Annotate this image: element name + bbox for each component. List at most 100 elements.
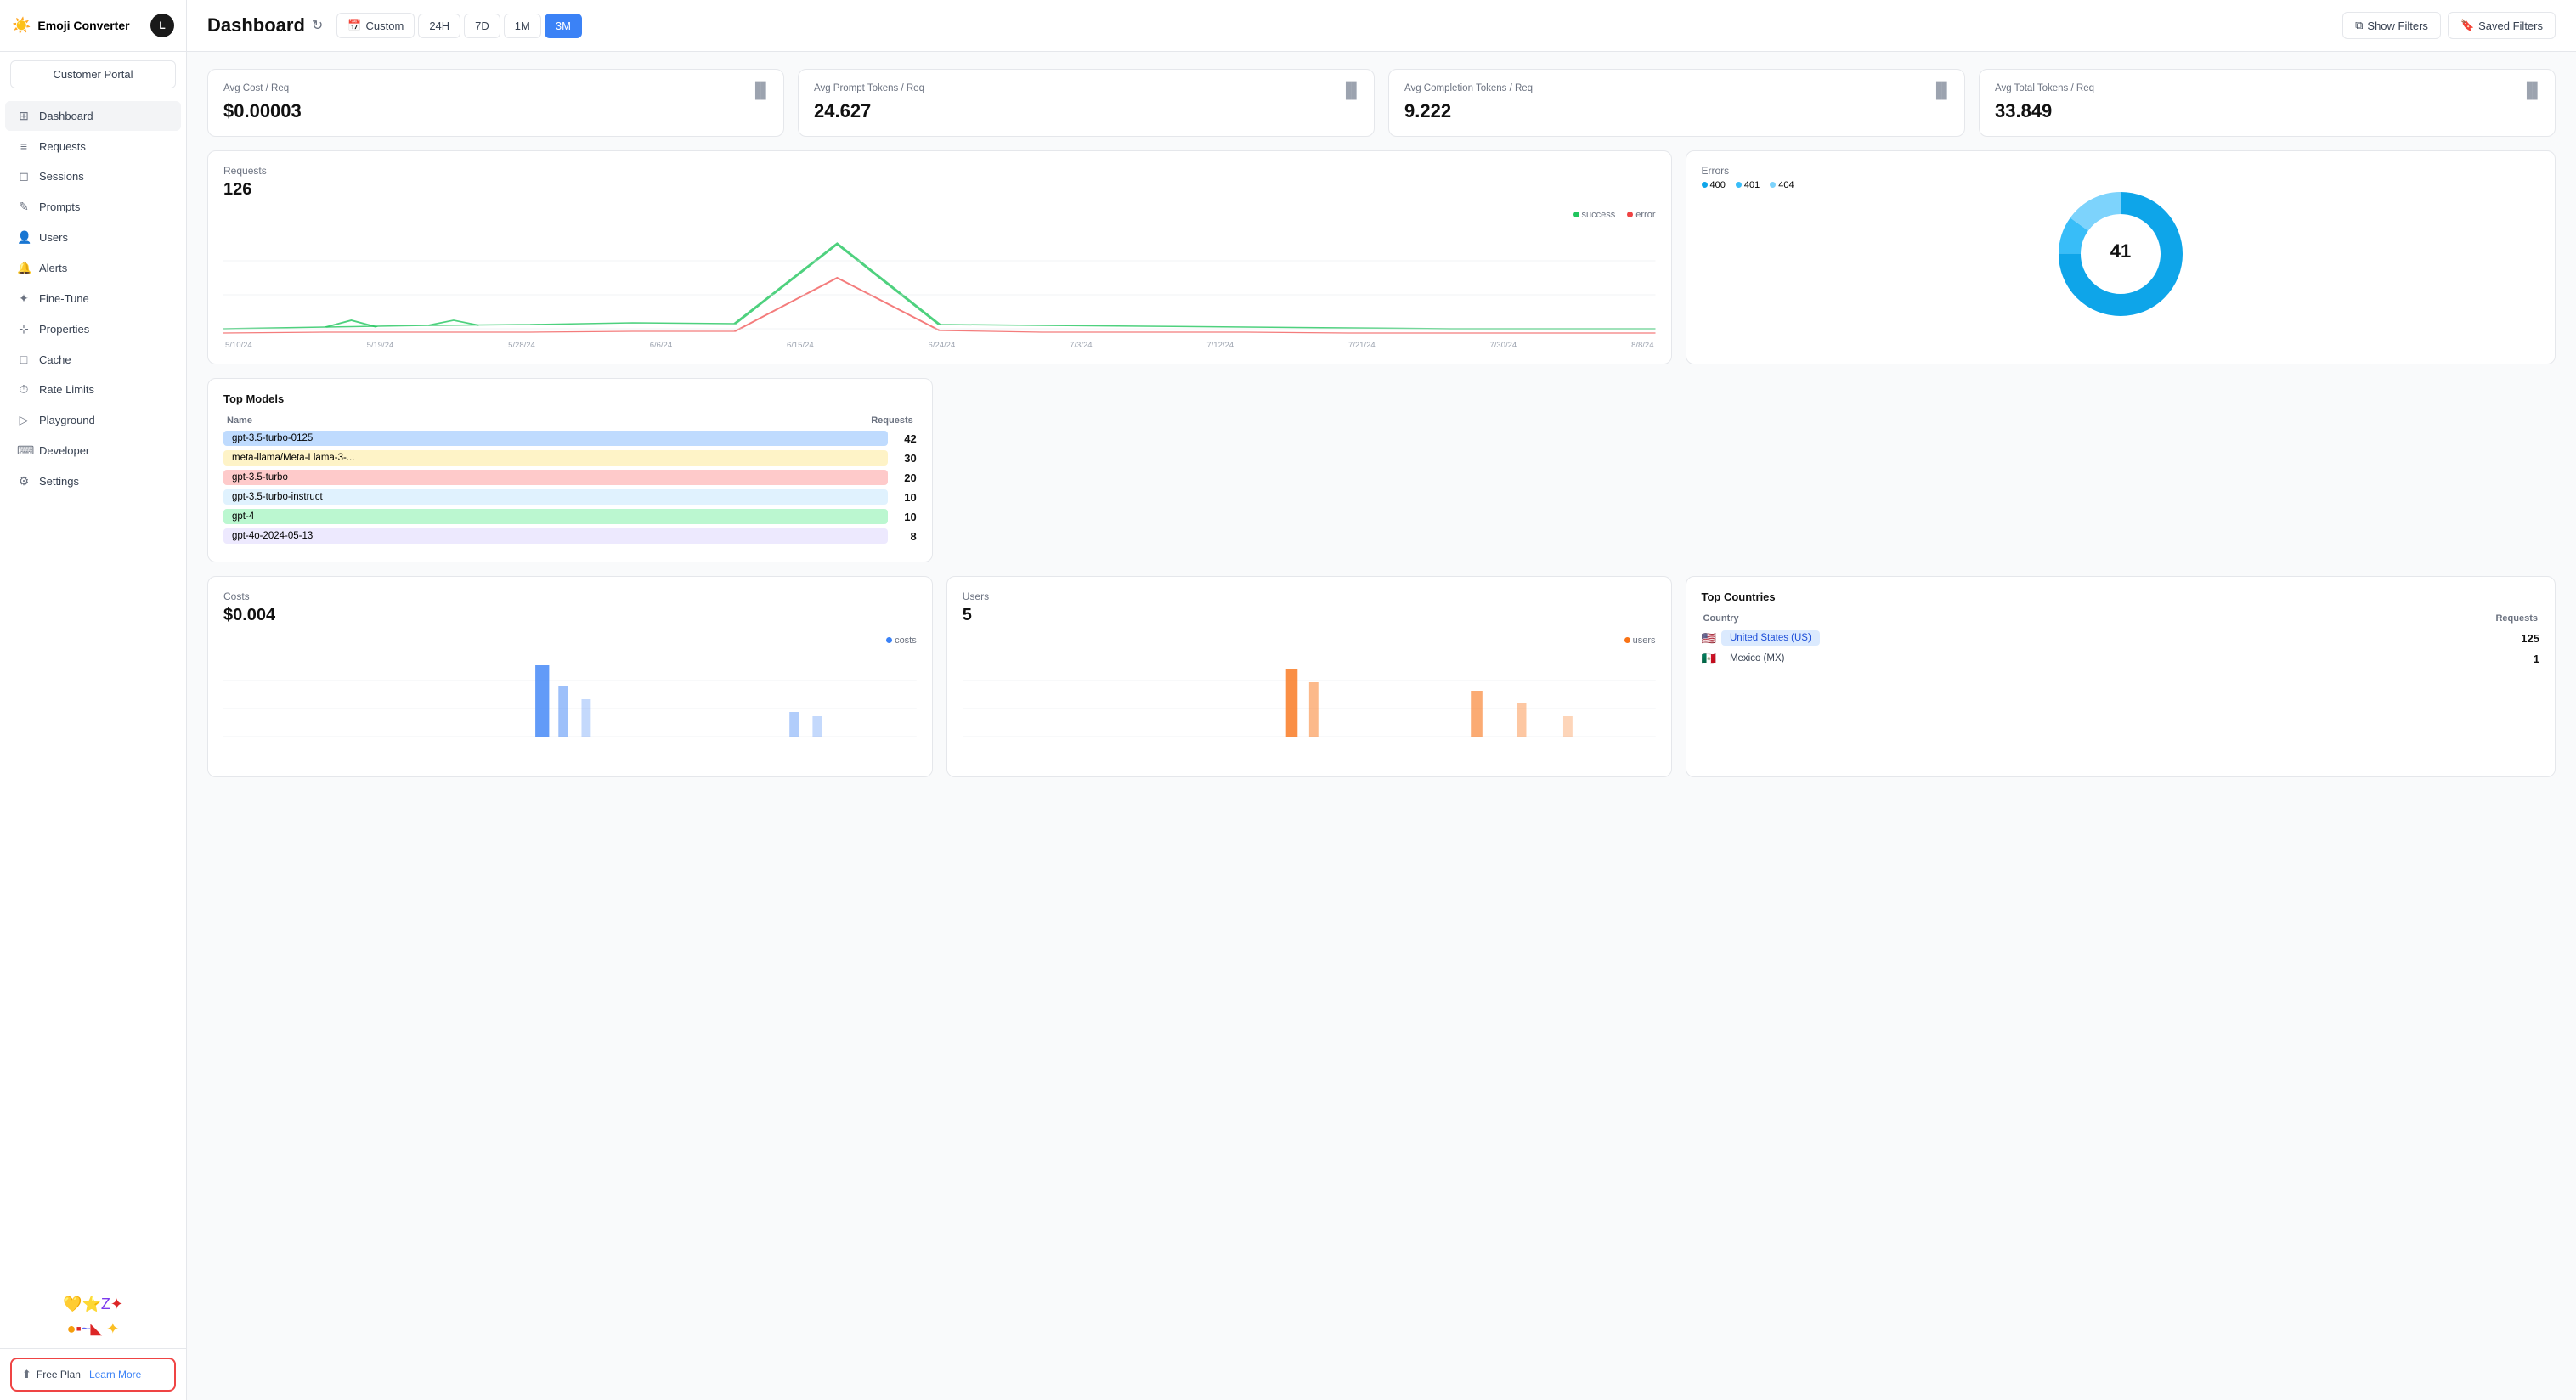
requests-x-labels: 5/10/24 5/19/24 5/28/24 6/6/24 6/15/24 6/24/2… bbox=[223, 341, 1656, 350]
requests-legend: success error bbox=[223, 210, 1656, 220]
model-row: gpt-4 10 bbox=[223, 509, 917, 524]
country-flag: 🇺🇸 bbox=[1702, 631, 1716, 646]
sidebar-item-users[interactable]: 👤Users bbox=[5, 223, 181, 252]
calendar-icon: 📅 bbox=[347, 19, 361, 32]
country-rows: 🇺🇸 United States (US) 125 🇲🇽 Mexico (MX)… bbox=[1702, 630, 2540, 666]
requests-chart-area bbox=[223, 227, 1656, 337]
chart-bar-icon-3: ▐▌ bbox=[2521, 82, 2543, 99]
top-countries-card: Top Countries Country Requests 🇺🇸 United… bbox=[1686, 576, 2556, 777]
ratelimits-icon: ⏱ bbox=[17, 382, 31, 397]
avatar[interactable]: L bbox=[150, 14, 174, 37]
stat-cards: ▐▌ Avg Cost / Req $0.00003 ▐▌ Avg Prompt… bbox=[207, 69, 2556, 137]
stat-card-2: ▐▌ Avg Completion Tokens / Req 9.222 bbox=[1388, 69, 1965, 137]
users-label: Users bbox=[963, 590, 1656, 602]
error-legend-401: 401 bbox=[1736, 180, 1760, 190]
x-label: 6/15/24 bbox=[787, 341, 814, 350]
model-row: gpt-3.5-turbo-instruct 10 bbox=[223, 489, 917, 505]
charts-row: Requests 126 success error bbox=[207, 150, 2556, 562]
playground-icon: ▷ bbox=[17, 413, 31, 427]
developer-icon: ⌨ bbox=[17, 443, 31, 458]
sidebar-item-dashboard[interactable]: ⊞Dashboard bbox=[5, 101, 181, 131]
users-legend: users bbox=[963, 635, 1656, 646]
free-plan-box: ⬆ Free Plan Learn More bbox=[10, 1358, 176, 1392]
users-value: 5 bbox=[963, 606, 1656, 625]
upload-icon: ⬆ bbox=[22, 1368, 31, 1381]
time-filter-3m[interactable]: 3M bbox=[545, 14, 582, 38]
donut-container: 41 bbox=[1702, 199, 2540, 309]
country-row: 🇺🇸 United States (US) 125 bbox=[1702, 630, 2540, 646]
chart-bar-icon-0: ▐▌ bbox=[749, 82, 771, 99]
main-header: Dashboard ↻ 📅 Custom24H7D1M3M ⧉ Show Fil… bbox=[187, 0, 2576, 52]
costs-legend: costs bbox=[223, 635, 917, 646]
bottom-row: Costs $0.004 costs bbox=[207, 576, 2556, 777]
stat-card-1: ▐▌ Avg Prompt Tokens / Req 24.627 bbox=[798, 69, 1375, 137]
x-label: 6/6/24 bbox=[650, 341, 672, 350]
dashboard-icon: ⊞ bbox=[17, 109, 31, 123]
users-chart-card: Users 5 users bbox=[946, 576, 1672, 777]
sidebar-item-properties[interactable]: ⊹Properties bbox=[5, 314, 181, 344]
customer-portal-button[interactable]: Customer Portal bbox=[10, 60, 176, 88]
sessions-icon: ◻ bbox=[17, 169, 31, 183]
users-chart-area bbox=[963, 652, 1656, 763]
learn-more-link[interactable]: Learn More bbox=[89, 1369, 141, 1380]
sidebar-item-settings[interactable]: ⚙Settings bbox=[5, 466, 181, 496]
requests-chart-card: Requests 126 success error bbox=[207, 150, 1672, 364]
sidebar-footer: ⬆ Free Plan Learn More bbox=[0, 1348, 186, 1400]
top-models-header: Name Requests bbox=[223, 415, 917, 426]
x-label: 7/3/24 bbox=[1070, 341, 1092, 350]
main-content: ▐▌ Avg Cost / Req $0.00003 ▐▌ Avg Prompt… bbox=[187, 52, 2576, 1400]
top-countries-title: Top Countries bbox=[1702, 590, 2540, 603]
x-label: 5/28/24 bbox=[508, 341, 535, 350]
time-filter-24h[interactable]: 24H bbox=[418, 14, 460, 38]
sidebar-item-prompts[interactable]: ✎Prompts bbox=[5, 192, 181, 222]
bookmark-icon: 🔖 bbox=[2460, 19, 2474, 32]
x-label: 7/12/24 bbox=[1206, 341, 1234, 350]
x-label: 6/24/24 bbox=[929, 341, 956, 350]
properties-icon: ⊹ bbox=[17, 322, 31, 336]
sidebar-item-cache[interactable]: □Cache bbox=[5, 345, 181, 374]
requests-label: Requests bbox=[223, 165, 1656, 177]
error-legend-404: 404 bbox=[1770, 180, 1794, 190]
svg-text:41: 41 bbox=[2110, 240, 2131, 262]
top-models-card: Top Models Name Requests gpt-3.5-turbo-0… bbox=[207, 378, 933, 562]
x-label: 7/30/24 bbox=[1490, 341, 1517, 350]
error-legend-400: 400 bbox=[1702, 180, 1726, 190]
sidebar-item-sessions[interactable]: ◻Sessions bbox=[5, 161, 181, 191]
settings-icon: ⚙ bbox=[17, 474, 31, 488]
model-rows: gpt-3.5-turbo-0125 42 meta-llama/Meta-Ll… bbox=[223, 431, 917, 544]
x-label: 5/19/24 bbox=[367, 341, 394, 350]
sidebar-decoration: 💛⭐Z✦ ●▪~◣ ✦ bbox=[0, 1285, 186, 1348]
costs-label: Costs bbox=[223, 590, 917, 602]
costs-value: $0.004 bbox=[223, 606, 917, 625]
sidebar-item-playground[interactable]: ▷Playground bbox=[5, 405, 181, 435]
filter-icon: ⧉ bbox=[2355, 19, 2363, 32]
model-row: gpt-3.5-turbo 20 bbox=[223, 470, 917, 485]
show-filters-button[interactable]: ⧉ Show Filters bbox=[2342, 12, 2441, 39]
app-name: ☀️ Emoji Converter bbox=[12, 17, 130, 35]
chart-bar-icon-2: ▐▌ bbox=[1930, 82, 1952, 99]
users-icon: 👤 bbox=[17, 230, 31, 245]
time-filter-custom[interactable]: 📅 Custom bbox=[336, 13, 415, 38]
sidebar-item-ratelimits[interactable]: ⏱Rate Limits bbox=[5, 375, 181, 404]
x-label: 8/8/24 bbox=[1631, 341, 1653, 350]
errors-label: Errors bbox=[1702, 165, 2540, 177]
x-label: 5/10/24 bbox=[225, 341, 252, 350]
time-filters: 📅 Custom24H7D1M3M bbox=[336, 13, 582, 38]
sidebar-item-alerts[interactable]: 🔔Alerts bbox=[5, 253, 181, 283]
requests-value: 126 bbox=[223, 180, 1656, 200]
sidebar-nav: ⊞Dashboard≡Requests◻Sessions✎Prompts👤Use… bbox=[0, 97, 186, 1285]
alerts-icon: 🔔 bbox=[17, 261, 31, 275]
sidebar-item-requests[interactable]: ≡Requests bbox=[5, 132, 181, 161]
time-filter-1m[interactable]: 1M bbox=[504, 14, 541, 38]
refresh-icon[interactable]: ↻ bbox=[312, 17, 323, 34]
x-label: 7/21/24 bbox=[1348, 341, 1376, 350]
chart-bar-icon-1: ▐▌ bbox=[1340, 82, 1362, 99]
sidebar: ☀️ Emoji Converter L Customer Portal ⊞Da… bbox=[0, 0, 187, 1400]
sidebar-item-developer[interactable]: ⌨Developer bbox=[5, 436, 181, 466]
country-row: 🇲🇽 Mexico (MX) 1 bbox=[1702, 651, 2540, 666]
stat-card-3: ▐▌ Avg Total Tokens / Req 33.849 bbox=[1979, 69, 2556, 137]
requests-icon: ≡ bbox=[17, 139, 31, 153]
saved-filters-button[interactable]: 🔖 Saved Filters bbox=[2448, 12, 2556, 39]
time-filter-7d[interactable]: 7D bbox=[464, 14, 500, 38]
sidebar-item-finetune[interactable]: ✦Fine-Tune bbox=[5, 284, 181, 313]
